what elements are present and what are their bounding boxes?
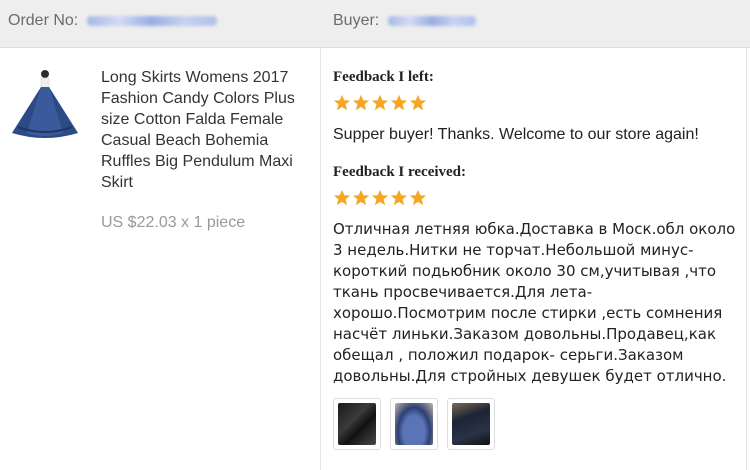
feedback-photo-2[interactable]: [390, 398, 438, 450]
photo-thumbnail-icon: [452, 403, 490, 445]
star-icon: [409, 189, 427, 206]
feedback-received-label: Feedback I received:: [333, 164, 467, 180]
star-icon: [333, 189, 351, 206]
order-header: Order No: Buyer:: [0, 0, 750, 48]
buyer-name: Buyer:: [333, 11, 476, 31]
feedback-received-text: Отличная летняя юбка.Доставка в Моск.обл…: [333, 220, 736, 385]
order-number: Order No:: [8, 11, 217, 31]
feedback-photo-1[interactable]: [333, 398, 381, 450]
star-icon: [352, 94, 370, 111]
order-number-label: Order No:: [8, 12, 79, 29]
star-icon: [371, 94, 389, 111]
skirt-image-icon: [8, 67, 82, 141]
order-number-redacted: [86, 15, 217, 26]
star-icon: [390, 94, 408, 111]
product-price: US $22.03 x 1 piece: [101, 214, 246, 231]
star-icon: [352, 189, 370, 206]
feedback-left-text: Supper buyer! Thanks. Welcome to our sto…: [333, 126, 699, 143]
feedback-photos: [333, 398, 495, 450]
star-icon: [390, 189, 408, 206]
buyer-name-redacted: [387, 15, 476, 26]
star-icon: [409, 94, 427, 111]
feedback-left-rating: [333, 94, 427, 114]
star-icon: [333, 94, 351, 111]
right-border: [746, 48, 747, 470]
feedback-photo-3[interactable]: [447, 398, 495, 450]
photo-thumbnail-icon: [395, 403, 433, 445]
feedback-received-rating: [333, 189, 427, 209]
product-title[interactable]: Long Skirts Womens 2017 Fashion Candy Co…: [101, 67, 313, 193]
photo-thumbnail-icon: [338, 403, 376, 445]
column-divider: [320, 48, 321, 470]
buyer-label: Buyer:: [333, 12, 380, 29]
feedback-left-label: Feedback I left:: [333, 69, 434, 85]
product-thumbnail[interactable]: [8, 67, 82, 141]
star-icon: [371, 189, 389, 206]
